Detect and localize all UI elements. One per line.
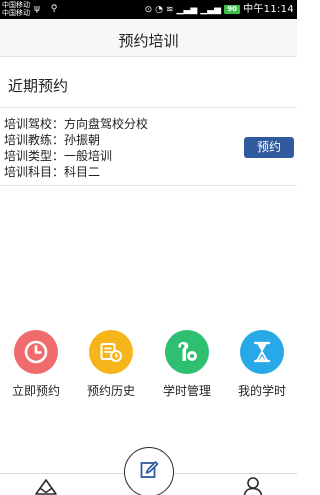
wrench-icon [165,330,209,374]
shortcut-label: 学时管理 [162,384,211,398]
usb-icon: ψ ⚲ [34,4,62,14]
shortcut-hours-management[interactable]: 学时管理 [150,330,224,399]
booking-school: 培训驾校：方向盘驾校分校 [4,117,149,131]
edit-icon [138,459,160,485]
status-bar: 中国移动 中国移动 ψ ⚲ ⊙ ◔ ≋ ▁▃▅ ▁▃▅ 90 中午11:14 [0,0,297,19]
status-time: 中午11:14 [243,3,294,15]
hourglass-icon [240,330,284,374]
shortcut-label: 我的学时 [237,384,286,398]
signal-2-icon: ▁▃▅ [200,4,222,15]
booking-card: 培训驾校：方向盘驾校分校 培训教练：孙振朝 培训类型：一般培训 培训科目：科目二 [4,116,244,180]
user-icon[interactable] [242,476,264,495]
carrier-1: 中国移动 [2,1,30,9]
book-button[interactable]: 预约 [244,137,294,158]
location-icon: ⊙ [144,4,153,15]
shortcut-label: 立即预约 [11,384,60,398]
alarm-icon: ◔ [155,4,163,15]
booking-type: 培训类型：一般培训 [4,149,113,163]
shortcut-my-hours[interactable]: 我的学时 [225,330,299,399]
shortcut-label: 预约历史 [86,384,135,398]
booking-coach: 培训教练：孙振朝 [4,133,101,147]
app-header: 预约培训 [0,19,297,57]
divider [0,107,297,108]
battery-icon: 90 [224,5,241,14]
section-title: 近期预约 [8,77,69,95]
clock-icon [14,330,58,374]
carrier-2: 中国移动 [2,9,30,17]
page-title: 预约培训 [118,32,179,50]
divider [0,185,297,186]
shortcut-book-now[interactable]: 立即预约 [0,330,73,399]
wifi-icon: ≋ [166,4,174,15]
signal-icon: ▁▃▅ [176,4,198,15]
status-right: ⊙ ◔ ≋ ▁▃▅ ▁▃▅ 90 中午11:14 [145,3,294,16]
triangle-icon[interactable] [33,477,59,495]
history-icon [89,330,133,374]
shortcut-history[interactable]: 预约历史 [74,330,148,399]
carrier-label: 中国移动 中国移动 [2,1,30,17]
edit-button[interactable] [124,447,174,495]
booking-subject: 培训科目：科目二 [4,165,101,179]
